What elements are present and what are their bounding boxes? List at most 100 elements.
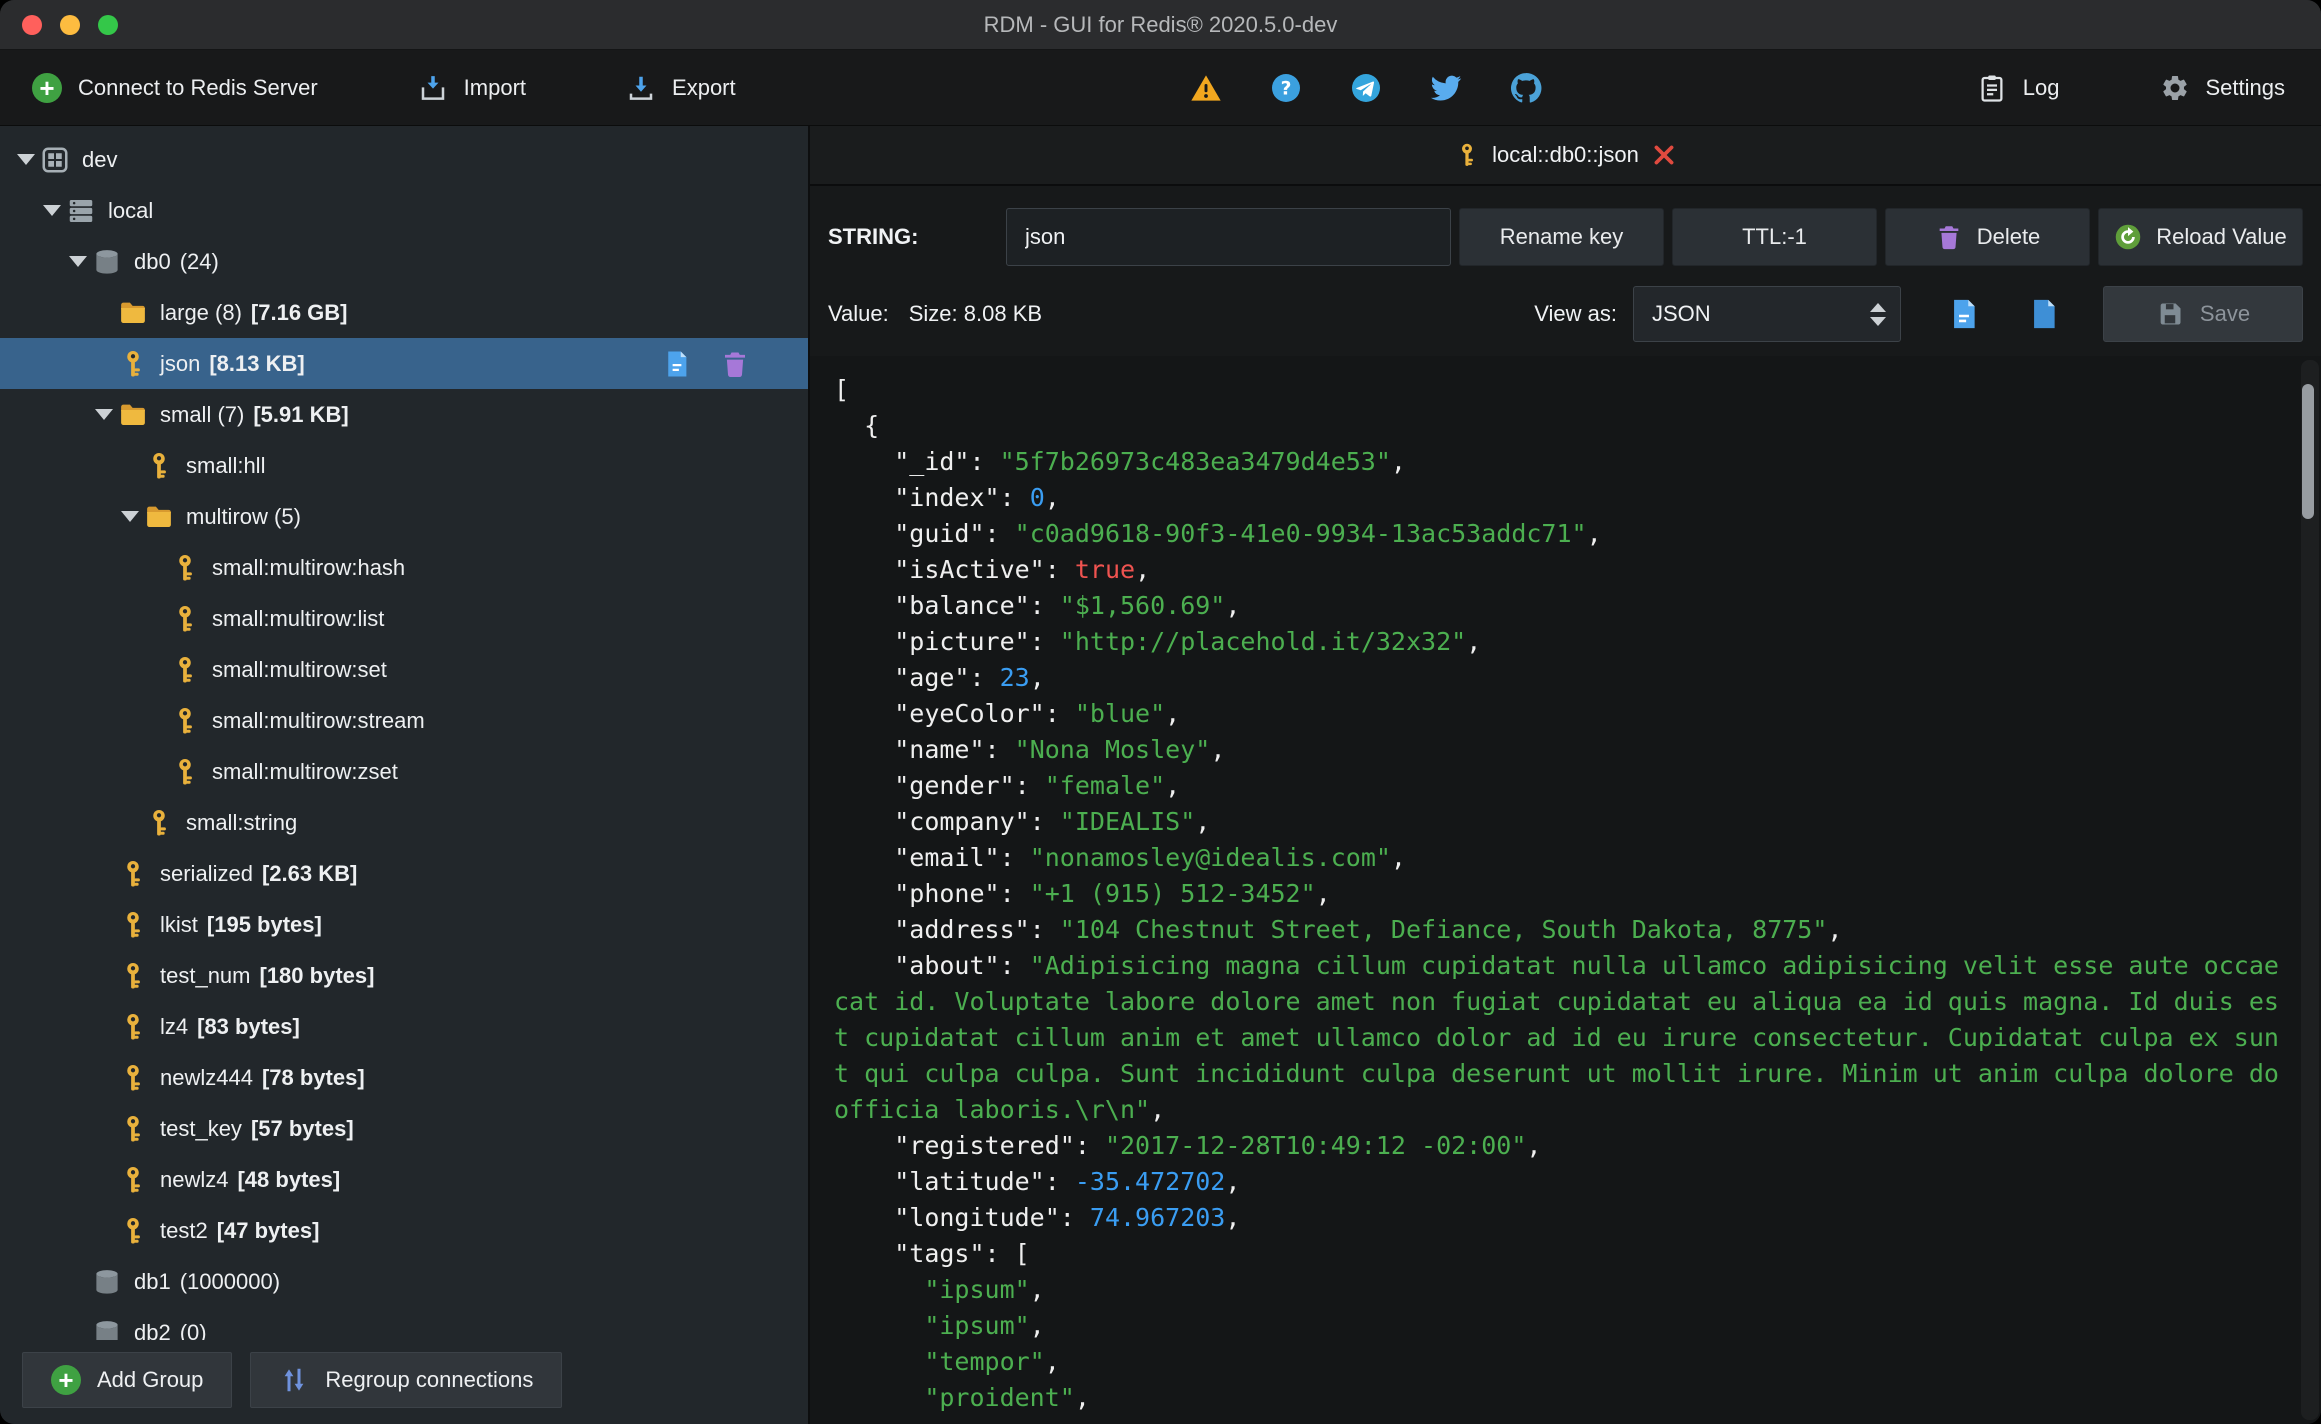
ttl-button[interactable]: TTL:-1 <box>1672 208 1877 266</box>
tree-item-actions <box>662 349 808 379</box>
tree-item-small-multirow-stream[interactable]: small:multirow:stream <box>0 695 808 746</box>
tree-item-test2[interactable]: test2 [47 bytes] <box>0 1205 808 1256</box>
twitter-icon[interactable] <box>1430 72 1462 104</box>
reload-value-button[interactable]: Reload Value <box>2098 208 2303 266</box>
open-in-editor-icon[interactable] <box>1947 297 1981 331</box>
json-line: "balance": "$1,560.69", <box>834 591 1241 620</box>
edit-value-icon[interactable] <box>662 349 692 379</box>
tree-item-small-hll[interactable]: small:hll <box>0 440 808 491</box>
save-button-label: Save <box>2199 301 2251 326</box>
add-group-label: Add Group <box>97 1367 204 1392</box>
tree-item-size: [57 bytes] <box>250 1115 354 1141</box>
toolbar-left: + Connect to Redis Server Import Export <box>0 72 836 103</box>
tree-item-small-multirow-set[interactable]: small:multirow:set <box>0 644 808 695</box>
tree-item-count: (1000000) <box>179 1268 281 1294</box>
regroup-connections-button[interactable]: Regroup connections <box>250 1352 563 1408</box>
log-button[interactable]: Log <box>1977 73 2060 103</box>
key-icon <box>118 910 148 940</box>
settings-button[interactable]: Settings <box>2160 73 2285 103</box>
key-name-input[interactable] <box>1006 208 1451 266</box>
tree-item-small-string[interactable]: small:string <box>0 797 808 848</box>
telegram-icon[interactable] <box>1350 72 1382 104</box>
key-icon <box>170 553 200 583</box>
delete-key-button[interactable]: Delete <box>1885 208 2090 266</box>
add-group-button[interactable]: + Add Group <box>22 1352 233 1408</box>
tree-item-small-multirow-zset[interactable]: small:multirow:zset <box>0 746 808 797</box>
scrollbar[interactable] <box>2301 360 2319 1420</box>
json-line: "name": "Nona Mosley", <box>834 735 1226 764</box>
tree-item-lz4[interactable]: lz4 [83 bytes] <box>0 1001 808 1052</box>
json-view[interactable]: [ { "_id": "5f7b26973c483ea3479d4e53", "… <box>810 356 2321 1424</box>
expander-icon[interactable] <box>38 197 66 225</box>
close-tab-icon[interactable] <box>1651 142 1677 168</box>
tree-item-json[interactable]: json [8.13 KB] <box>0 338 808 389</box>
tree-item-serialized[interactable]: serialized [2.63 KB] <box>0 848 808 899</box>
tree-item-newlz4[interactable]: newlz4 [48 bytes] <box>0 1154 808 1205</box>
minimize-window-button[interactable] <box>60 14 80 35</box>
tree-item-small-multirow-list[interactable]: small:multirow:list <box>0 593 808 644</box>
key-icon <box>118 1165 148 1195</box>
save-button[interactable]: Save <box>2103 286 2303 342</box>
json-line: "tempor", <box>924 1347 1060 1376</box>
tree-item-large-8[interactable]: large (8) [7.16 GB] <box>0 287 808 338</box>
tree-item-count: (24) <box>179 248 219 274</box>
delete-key-icon[interactable] <box>720 349 750 379</box>
value-tools: View as: JSON Save <box>1534 286 2303 342</box>
tree-item-test-key[interactable]: test_key [57 bytes] <box>0 1103 808 1154</box>
tree-item-lkist[interactable]: lkist [195 bytes] <box>0 899 808 950</box>
expander-icon[interactable] <box>64 248 92 276</box>
tree-item-multirow-5[interactable]: multirow (5) <box>0 491 808 542</box>
tree-item-label: lz4 <box>160 1013 189 1039</box>
tree-item-label: small (7) <box>160 401 245 427</box>
tree-item-newlz444[interactable]: newlz444 [78 bytes] <box>0 1052 808 1103</box>
help-icon[interactable]: ? <box>1270 72 1302 104</box>
view-as-select[interactable]: JSON <box>1633 286 1901 342</box>
key-icon <box>144 451 174 481</box>
expander-icon[interactable] <box>12 146 40 174</box>
tree-item-db2[interactable]: db2 (0) <box>0 1307 808 1340</box>
tree-item-small-multirow-hash[interactable]: small:multirow:hash <box>0 542 808 593</box>
folder-icon <box>118 400 148 430</box>
content-area: dev local db0 (24) large (8) [7.16 GB] json [8.… <box>0 126 2321 1424</box>
json-line: "longitude": 74.967203, <box>834 1203 1241 1232</box>
zoom-window-button[interactable] <box>98 14 118 35</box>
connection-tree: dev local db0 (24) large (8) [7.16 GB] json [8.… <box>0 126 808 1340</box>
tab-local-db0-json[interactable]: local::db0::json <box>1454 142 1677 168</box>
export-button-label: Export <box>672 74 736 100</box>
tree-item-test-num[interactable]: test_num [180 bytes] <box>0 950 808 1001</box>
tree-item-label: serialized <box>160 860 253 886</box>
warning-icon[interactable] <box>1190 72 1222 104</box>
tab-bar: local::db0::json <box>810 126 2321 186</box>
traffic-lights <box>0 14 118 35</box>
export-button[interactable]: Export <box>626 73 736 103</box>
import-button[interactable]: Import <box>418 73 526 103</box>
connect-button[interactable]: + Connect to Redis Server <box>32 72 318 103</box>
key-icon <box>170 655 200 685</box>
tree-item-db0[interactable]: db0 (24) <box>0 236 808 287</box>
tree-item-label: small:hll <box>186 452 266 478</box>
tree-item-size: [83 bytes] <box>197 1013 300 1039</box>
scrollbar-thumb[interactable] <box>2302 384 2314 519</box>
value-viewer: [ { "_id": "5f7b26973c483ea3479d4e53", "… <box>810 356 2321 1424</box>
key-editor-row: STRING: Rename key TTL:-1 Delete Reload … <box>810 186 2321 276</box>
json-line: "_id": "5f7b26973c483ea3479d4e53", <box>834 447 1406 476</box>
tree-item-db1[interactable]: db1 (1000000) <box>0 1256 808 1307</box>
open-as-text-icon[interactable] <box>2027 297 2061 331</box>
expander-icon[interactable] <box>116 503 144 531</box>
tree-item-count: (0) <box>179 1319 207 1341</box>
close-window-button[interactable] <box>22 14 42 35</box>
db-icon <box>92 247 122 277</box>
expander-icon[interactable] <box>90 401 118 429</box>
tree-item-local[interactable]: local <box>0 185 808 236</box>
key-icon <box>170 706 200 736</box>
server-icon <box>66 196 96 226</box>
github-icon[interactable] <box>1510 72 1542 104</box>
rename-key-button[interactable]: Rename key <box>1459 208 1664 266</box>
tree-item-dev[interactable]: dev <box>0 134 808 185</box>
tree-item-small-7[interactable]: small (7) [5.91 KB] <box>0 389 808 440</box>
